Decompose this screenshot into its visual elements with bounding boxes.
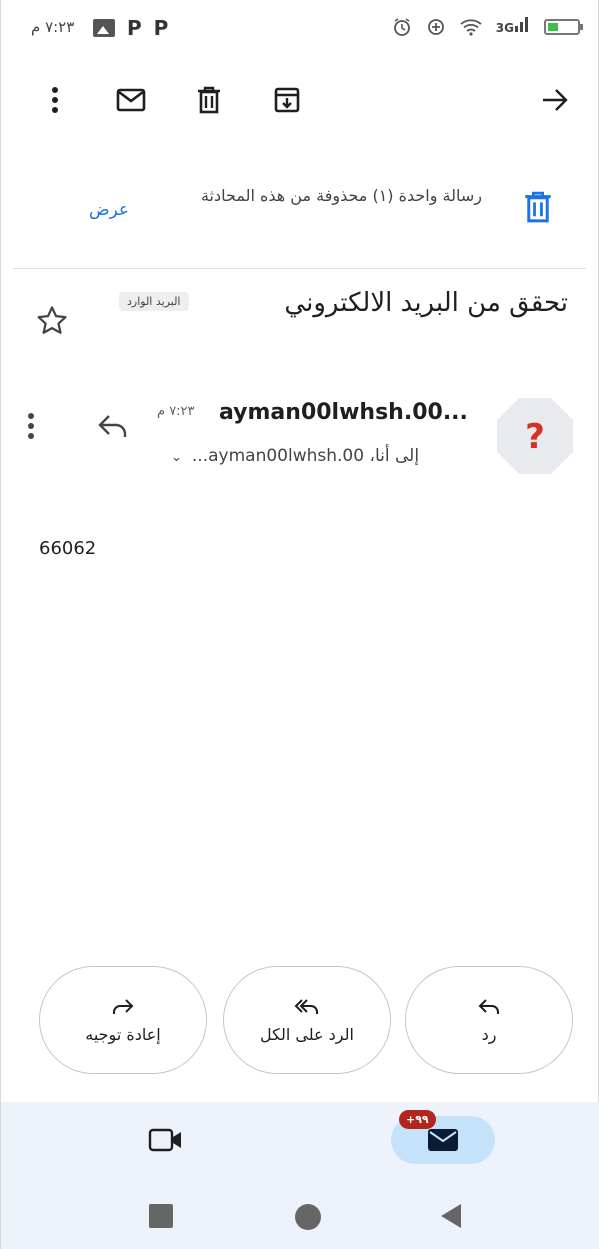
signal-3g-icon: 3G bbox=[496, 16, 530, 38]
star-icon[interactable] bbox=[35, 304, 69, 338]
reply-all-icon bbox=[294, 998, 318, 1014]
more-vert-icon bbox=[28, 413, 34, 439]
recipient-details-toggle[interactable]: ⌄ إلى أنا، ayman00lwhsh.00... bbox=[171, 446, 419, 466]
reply-icon bbox=[98, 415, 127, 437]
avatar-glyph: ? bbox=[525, 417, 545, 457]
mark-unread-button[interactable] bbox=[109, 78, 153, 122]
reply-icon bbox=[478, 998, 499, 1014]
status-time: ٧:٢٣ م bbox=[31, 18, 75, 36]
more-options-button[interactable] bbox=[33, 78, 77, 122]
forward-pill-button[interactable]: إعادة توجيه bbox=[39, 966, 207, 1074]
wifi-icon bbox=[460, 19, 482, 36]
system-navigation-bar bbox=[1, 1184, 599, 1249]
recents-button[interactable] bbox=[149, 1204, 173, 1228]
meet-tab[interactable] bbox=[141, 1120, 191, 1160]
section-divider bbox=[13, 268, 586, 269]
bottom-navigation bbox=[1, 1102, 599, 1184]
back-nav-icon[interactable] bbox=[439, 1202, 463, 1230]
deleted-messages-notice: رسالة واحدة (١) محذوفة من هذه المحادثة ع… bbox=[1, 170, 599, 270]
forward-icon bbox=[113, 998, 134, 1014]
back-button[interactable] bbox=[533, 78, 577, 122]
message-time: ٧:٢٣ م bbox=[157, 404, 195, 419]
message-reply-button[interactable] bbox=[97, 412, 129, 444]
sender-name: ayman00lwhsh.00... bbox=[219, 400, 468, 425]
reply-pill-button[interactable]: رد bbox=[405, 966, 573, 1074]
app-frame: ٧:٢٣ م P P 3G رسالة واحدة (١) محذوفة من … bbox=[0, 0, 599, 1249]
email-subject: تحقق من البريد الالكتروني bbox=[284, 288, 568, 318]
message-body: 66062 bbox=[39, 538, 97, 559]
archive-button[interactable] bbox=[265, 78, 309, 122]
reply-all-pill-button[interactable]: الرد على الكل bbox=[223, 966, 391, 1074]
mail-unread-icon bbox=[116, 88, 146, 112]
forward-label: إعادة توجيه bbox=[85, 1024, 161, 1044]
delete-icon bbox=[198, 86, 220, 114]
data-saver-icon bbox=[427, 19, 444, 35]
p-app-icon: P bbox=[153, 16, 169, 40]
recipient-text: إلى أنا، ayman00lwhsh.00... bbox=[191, 446, 420, 466]
inbox-label-chip[interactable]: البريد الوارد bbox=[119, 292, 189, 311]
mail-badge: ٩٩+ bbox=[399, 1110, 436, 1129]
home-button[interactable] bbox=[295, 1204, 321, 1230]
chevron-down-icon: ⌄ bbox=[171, 450, 182, 465]
delete-button[interactable] bbox=[187, 78, 231, 122]
sender-avatar[interactable]: ? bbox=[495, 396, 575, 476]
p-app-icon: P bbox=[127, 16, 142, 40]
message-toolbar bbox=[1, 64, 599, 136]
message-more-button[interactable] bbox=[27, 412, 35, 444]
archive-icon bbox=[274, 87, 300, 113]
image-icon bbox=[93, 19, 115, 37]
battery-icon bbox=[544, 19, 583, 35]
video-icon bbox=[148, 1128, 181, 1152]
status-left-icons: P P bbox=[93, 16, 168, 40]
reply-all-label: الرد على الكل bbox=[260, 1024, 354, 1044]
mail-icon bbox=[428, 1129, 458, 1151]
status-right-icons: 3G bbox=[392, 16, 583, 38]
arrow-forward-icon bbox=[543, 89, 568, 111]
view-deleted-button[interactable]: عرض bbox=[89, 200, 129, 220]
alarm-icon bbox=[393, 18, 410, 36]
more-vert-icon bbox=[52, 87, 58, 113]
reply-label: رد bbox=[481, 1024, 497, 1044]
deleted-trash-icon bbox=[525, 191, 551, 223]
status-bar: ٧:٢٣ م P P 3G bbox=[1, 0, 599, 58]
deleted-notice-text: رسالة واحدة (١) محذوفة من هذه المحادثة bbox=[200, 186, 482, 205]
